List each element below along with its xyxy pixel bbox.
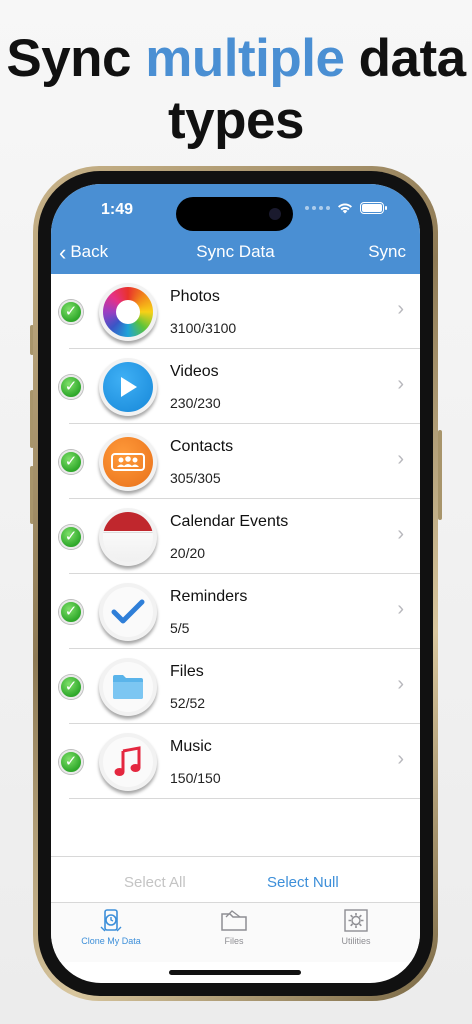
list-item-calendar-events[interactable]: ✓ Calendar Events 20/20 ›	[51, 499, 420, 574]
chevron-right-icon: ›	[397, 448, 404, 470]
battery-icon	[360, 202, 387, 214]
cellular-signal-icon	[305, 206, 330, 210]
sync-button[interactable]: Sync	[368, 242, 406, 262]
wifi-icon	[338, 203, 352, 214]
checkmark-icon[interactable]: ✓	[59, 750, 83, 774]
headline: Sync multiple data types	[0, 28, 472, 152]
dynamic-island	[176, 197, 293, 231]
phone-frame: 1:49 ‹ Back Sync Data Sync ✓ Photos 3100…	[33, 166, 438, 1001]
chevron-right-icon: ›	[397, 298, 404, 320]
headline-line-2: types	[168, 91, 304, 150]
checkmark-icon[interactable]: ✓	[59, 600, 83, 624]
selection-bar: Select All Select Null	[51, 856, 420, 904]
checkmark-icon[interactable]: ✓	[59, 450, 83, 474]
tab-label: Clone My Data	[81, 936, 141, 946]
list-item-music[interactable]: ✓ Music 150/150 ›	[51, 724, 420, 799]
clone-icon	[100, 909, 122, 932]
item-count: 305/305	[170, 470, 221, 486]
item-title: Photos	[170, 288, 220, 305]
status-time: 1:49	[101, 201, 134, 218]
item-title: Videos	[170, 363, 219, 380]
list-item-contacts[interactable]: ✓ Contacts 305/305 ›	[51, 424, 420, 499]
list-item-files[interactable]: ✓ Files 52/52 ›	[51, 649, 420, 724]
data-type-list: ✓ Photos 3100/3100 › ✓ Videos 230/230 › …	[51, 274, 420, 799]
gear-icon	[344, 909, 368, 932]
list-item-photos[interactable]: ✓ Photos 3100/3100 ›	[51, 274, 420, 349]
navigation-bar: 1:49 ‹ Back Sync Data Sync	[51, 184, 420, 274]
power-button	[438, 430, 442, 520]
home-indicator[interactable]	[169, 970, 301, 975]
tab-clone-my-data[interactable]: Clone My Data	[66, 909, 156, 946]
select-null-button[interactable]: Select Null	[267, 874, 339, 891]
item-title: Files	[170, 663, 204, 680]
item-count: 150/150	[170, 770, 221, 786]
list-item-reminders[interactable]: ✓ Reminders 5/5 ›	[51, 574, 420, 649]
chevron-right-icon: ›	[397, 748, 404, 770]
chevron-right-icon: ›	[397, 598, 404, 620]
tab-files[interactable]: Files	[189, 909, 279, 946]
item-title: Calendar Events	[170, 513, 289, 530]
headline-accent: multiple	[145, 29, 345, 88]
tab-utilities[interactable]: Utilities	[311, 909, 401, 946]
folder-icon	[221, 910, 247, 931]
phone-bezel: 1:49 ‹ Back Sync Data Sync ✓ Photos 3100…	[38, 171, 433, 996]
item-title: Music	[170, 738, 212, 755]
tab-label: Files	[224, 936, 244, 946]
contacts-icon	[99, 433, 157, 491]
files-icon	[99, 658, 157, 716]
checkmark-icon[interactable]: ✓	[59, 300, 83, 324]
calendar-icon	[99, 508, 157, 566]
videos-icon	[99, 358, 157, 416]
item-count: 3100/3100	[170, 320, 237, 336]
list-item-videos[interactable]: ✓ Videos 230/230 ›	[51, 349, 420, 424]
item-count: 230/230	[170, 395, 221, 411]
status-icons	[305, 202, 387, 214]
checkmark-icon[interactable]: ✓	[59, 675, 83, 699]
item-count: 52/52	[170, 695, 206, 711]
checkmark-icon[interactable]: ✓	[59, 375, 83, 399]
tab-bar: Clone My Data Files Utilities	[51, 902, 420, 962]
camera-icon	[269, 208, 281, 220]
chevron-right-icon: ›	[397, 523, 404, 545]
select-all-button[interactable]: Select All	[124, 874, 186, 891]
item-title: Contacts	[170, 438, 234, 455]
page-title: Sync Data	[196, 242, 275, 261]
chevron-right-icon: ›	[397, 673, 404, 695]
item-title: Reminders	[170, 588, 248, 605]
chevron-right-icon: ›	[397, 373, 404, 395]
divider	[69, 798, 420, 799]
photos-icon	[99, 283, 157, 341]
phone-screen: 1:49 ‹ Back Sync Data Sync ✓ Photos 3100…	[51, 184, 420, 983]
music-icon	[99, 733, 157, 791]
checkmark-icon[interactable]: ✓	[59, 525, 83, 549]
reminders-icon	[99, 583, 157, 641]
tab-label: Utilities	[341, 936, 371, 946]
headline-line-1: Sync multiple data	[6, 29, 466, 88]
item-count: 5/5	[170, 620, 190, 636]
item-count: 20/20	[170, 545, 206, 561]
